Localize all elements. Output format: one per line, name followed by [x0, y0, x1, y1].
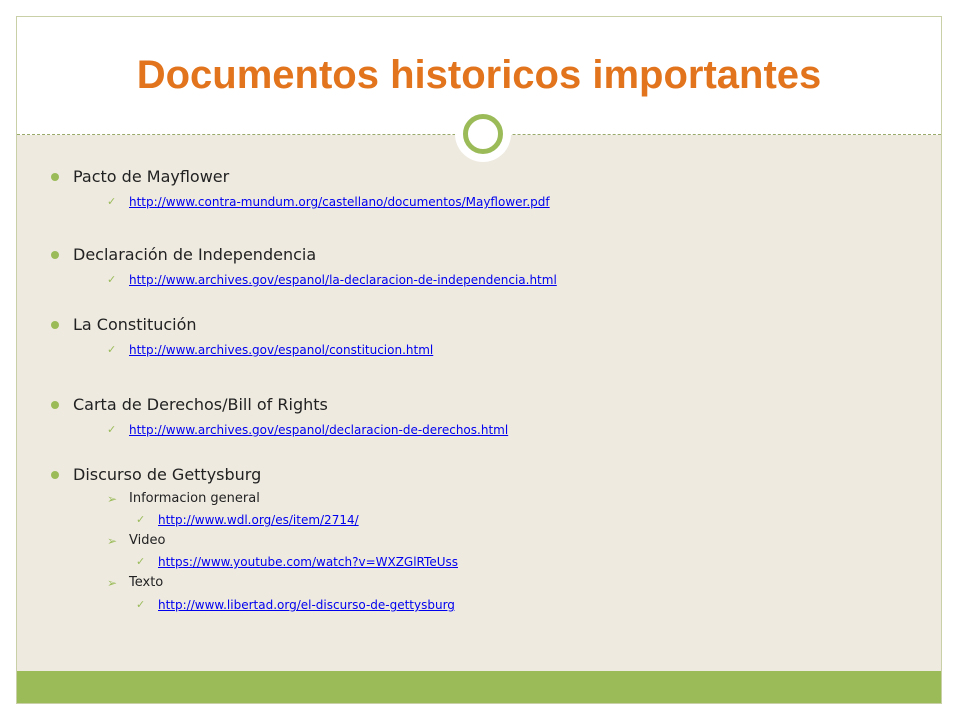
arrow-bullet-icon: ➢ — [107, 534, 118, 548]
gettysburg-subitem-video: ➢ Video — [107, 533, 166, 549]
bullet-icon — [51, 251, 59, 259]
checkmark-icon: ✓ — [107, 343, 117, 356]
subitem-label: Texto — [129, 575, 164, 590]
gettysburg-general-link[interactable]: http://www.wdl.org/es/item/2714/ — [158, 513, 359, 527]
arrow-bullet-icon: ➢ — [107, 492, 118, 506]
gettysburg-video-link[interactable]: https://www.youtube.com/watch?v=WXZGlRTe… — [158, 555, 458, 569]
list-subitem-mayflower-link: ✓ http://www.contra-mundum.org/castellan… — [107, 194, 550, 210]
bullet-icon — [51, 471, 59, 479]
item-heading: Discurso de Gettysburg — [73, 465, 262, 484]
checkmark-icon: ✓ — [107, 273, 117, 286]
list-subitem-bill-of-rights-link: ✓ http://www.archives.gov/espanol/declar… — [107, 422, 508, 438]
gettysburg-video-link-row: ✓ https://www.youtube.com/watch?v=WXZGlR… — [136, 554, 458, 570]
constitucion-link[interactable]: http://www.archives.gov/espanol/constitu… — [129, 343, 433, 357]
item-heading: Carta de Derechos/Bill of Rights — [73, 395, 328, 414]
mayflower-link[interactable]: http://www.contra-mundum.org/castellano/… — [129, 195, 550, 209]
list-item-bill-of-rights: Carta de Derechos/Bill of Rights — [51, 395, 328, 415]
gettysburg-subitem-general: ➢ Informacion general — [107, 491, 260, 507]
slide-title: Documentos historicos importantes — [136, 53, 822, 97]
checkmark-icon: ✓ — [107, 423, 117, 436]
subitem-label: Video — [129, 533, 166, 548]
slide: Documentos historicos importantes Pacto … — [16, 16, 942, 704]
list-item-declaracion: Declaración de Independencia — [51, 245, 317, 265]
bill-of-rights-link[interactable]: http://www.archives.gov/espanol/declarac… — [129, 423, 508, 437]
gettysburg-general-link-row: ✓ http://www.wdl.org/es/item/2714/ — [136, 512, 359, 528]
list-item-gettysburg: Discurso de Gettysburg — [51, 465, 262, 485]
circle-ornament-icon — [455, 106, 511, 162]
bullet-icon — [51, 401, 59, 409]
list-item-constitucion: La Constitución — [51, 315, 197, 335]
gettysburg-subitem-texto: ➢ Texto — [107, 575, 164, 591]
bullet-icon — [51, 321, 59, 329]
list-subitem-constitucion-link: ✓ http://www.archives.gov/espanol/consti… — [107, 342, 433, 358]
gettysburg-texto-link[interactable]: http://www.libertad.org/el-discurso-de-g… — [158, 598, 455, 612]
list-subitem-declaracion-link: ✓ http://www.archives.gov/espanol/la-dec… — [107, 272, 557, 288]
subitem-label: Informacion general — [129, 491, 260, 506]
footer-bar — [17, 671, 941, 703]
checkmark-icon: ✓ — [136, 555, 146, 568]
arrow-bullet-icon: ➢ — [107, 576, 118, 590]
checkmark-icon: ✓ — [136, 598, 146, 611]
checkmark-icon: ✓ — [107, 195, 117, 208]
checkmark-icon: ✓ — [136, 513, 146, 526]
list-item-mayflower: Pacto de Mayflower — [51, 167, 230, 187]
item-heading: La Constitución — [73, 315, 197, 334]
gettysburg-texto-link-row: ✓ http://www.libertad.org/el-discurso-de… — [136, 597, 455, 613]
declaracion-link[interactable]: http://www.archives.gov/espanol/la-decla… — [129, 273, 557, 287]
item-heading: Declaración de Independencia — [73, 245, 317, 264]
bullet-icon — [51, 173, 59, 181]
item-heading: Pacto de Mayflower — [73, 167, 230, 186]
ring-icon — [463, 114, 503, 154]
